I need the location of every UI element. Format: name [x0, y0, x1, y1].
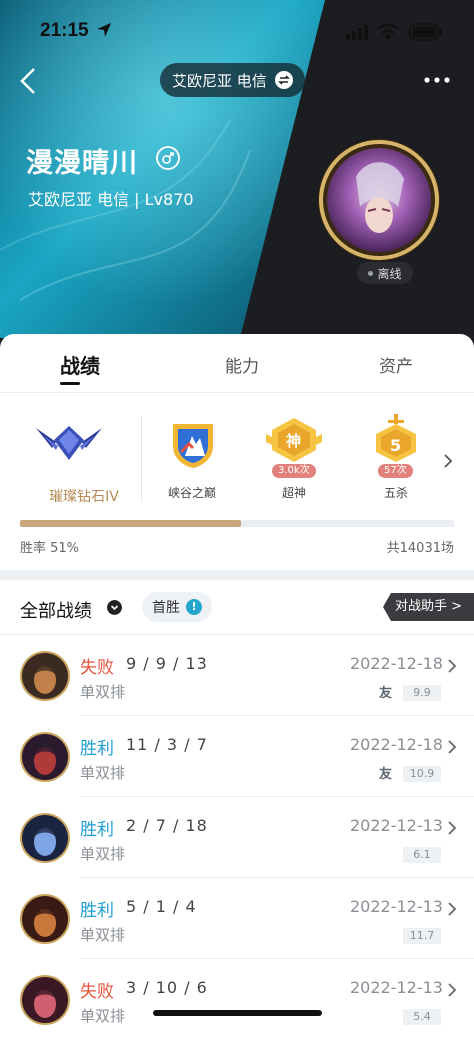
champion-avatar — [20, 975, 70, 1025]
status-dot — [368, 270, 374, 276]
profile-header: 21:15 艾欧尼亚 电信 漫漫晴川 艾欧尼亚 电信 | Lv870 离线 — [0, 0, 474, 360]
match-kda: 11 / 3 / 7 — [126, 735, 208, 754]
swap-icon — [274, 71, 293, 89]
diamond-rank-emblem-icon — [36, 426, 102, 460]
chevron-right-icon — [448, 983, 457, 997]
match-kda: 9 / 9 / 13 — [126, 654, 208, 673]
match-result: 失败 — [80, 658, 114, 678]
match-score: 10.9 — [403, 766, 441, 782]
winrate-bar-fill — [20, 520, 242, 527]
battle-assistant-button[interactable]: 对战助手 > — [383, 593, 474, 621]
player-server-level: 艾欧尼亚 电信 | Lv870 — [28, 190, 194, 209]
match-kda: 5 / 1 / 4 — [126, 897, 197, 916]
wifi-icon — [377, 23, 399, 40]
honor-divider — [141, 416, 142, 502]
champion-avatar — [20, 732, 70, 782]
section-gap — [0, 570, 474, 580]
match-row[interactable]: 胜利 2 / 7 / 18 单双排 2022-12-13 6.1 — [0, 797, 474, 878]
summit-honor-icon[interactable] — [167, 418, 219, 470]
winrate-label: 胜率 51% — [20, 541, 80, 556]
godlike-glyph: 神 — [286, 432, 302, 450]
chevron-right-icon — [448, 902, 457, 916]
player-name: 漫漫晴川 — [26, 148, 138, 179]
match-kda: 3 / 10 / 6 — [126, 978, 208, 997]
first-win-label: 首胜 — [152, 600, 180, 616]
signal-icon — [346, 25, 368, 40]
chevron-right-icon — [448, 821, 457, 835]
match-result: 失败 — [80, 982, 114, 1002]
honor-label: 超神 — [281, 486, 306, 500]
match-mode: 单双排 — [80, 764, 126, 782]
status-time: 21:15 — [40, 20, 89, 41]
tab-assets[interactable]: 资产 — [379, 352, 413, 377]
match-row[interactable]: 失败 9 / 9 / 13 单双排 2022-12-18 友 9.9 — [0, 635, 474, 716]
pentakill-glyph: 5 — [390, 436, 402, 455]
match-date: 2022-12-13 — [350, 897, 443, 916]
tab-record[interactable]: 战绩 — [60, 350, 100, 379]
honor-label: 五杀 — [383, 486, 408, 500]
status-label: 离线 — [377, 266, 402, 281]
home-indicator[interactable] — [153, 1010, 322, 1016]
exclamation-icon: ! — [186, 599, 202, 615]
champion-avatar — [20, 651, 70, 701]
server-label: 艾欧尼亚 电信 — [172, 71, 267, 90]
player-avatar[interactable] — [316, 137, 442, 263]
match-result: 胜利 — [80, 820, 114, 840]
honor-row: 璀璨钻石IV 峡谷之巅 神 3.0k次 超神 5 57次 五杀 — [0, 406, 474, 516]
match-result: 胜利 — [80, 901, 114, 921]
status-bar: 21:15 — [0, 0, 474, 60]
match-date: 2022-12-18 — [350, 654, 443, 673]
match-score: 11.7 — [403, 928, 441, 944]
server-switch-button[interactable]: 艾欧尼亚 电信 — [160, 63, 305, 97]
match-row[interactable]: 失败 3 / 10 / 6 单双排 2022-12-13 5.4 — [0, 959, 474, 1039]
match-mode: 单双排 — [80, 926, 126, 944]
match-row[interactable]: 胜利 11 / 3 / 7 单双排 2022-12-18 友 10.9 — [0, 716, 474, 797]
chevron-down-icon[interactable] — [107, 600, 122, 615]
first-win-button[interactable]: 首胜 ! — [142, 592, 212, 622]
match-row[interactable]: 胜利 5 / 1 / 4 单双排 2022-12-13 11.7 — [0, 878, 474, 959]
godlike-count-badge: 3.0k次 — [272, 464, 316, 478]
match-date: 2022-12-13 — [350, 978, 443, 997]
match-score: 6.1 — [403, 847, 441, 863]
match-result: 胜利 — [80, 739, 114, 759]
match-kda: 2 / 7 / 18 — [126, 816, 208, 835]
match-mode: 单双排 — [80, 1007, 126, 1025]
total-matches: 共14031场 — [386, 541, 454, 556]
match-mode: 单双排 — [80, 845, 126, 863]
match-mode: 单双排 — [80, 683, 126, 701]
battery-icon — [409, 23, 442, 41]
chevron-right-icon — [448, 659, 457, 673]
match-score: 9.9 — [403, 685, 441, 701]
friend-tag: 友 — [379, 686, 393, 701]
match-filter-dropdown[interactable]: 全部战绩 — [20, 597, 92, 623]
tab-bar: 战绩 能力 资产 — [0, 334, 474, 393]
location-arrow-icon — [97, 23, 111, 37]
content-card: 战绩 能力 资产 璀璨钻石IV 峡谷之巅 神 3.0k次 超神 5 57次 五杀… — [0, 334, 474, 1025]
friend-tag: 友 — [379, 767, 393, 782]
online-status-badge: 离线 — [357, 262, 413, 284]
male-gender-icon — [156, 146, 180, 170]
tab-ability[interactable]: 能力 — [225, 352, 259, 377]
pentakill-count-badge: 57次 — [378, 464, 413, 478]
chevron-right-icon[interactable] — [442, 452, 454, 470]
winrate-bar — [20, 520, 454, 527]
back-button[interactable] — [16, 66, 42, 96]
match-score: 5.4 — [403, 1009, 441, 1025]
match-date: 2022-12-13 — [350, 816, 443, 835]
chevron-right-icon — [448, 740, 457, 754]
champion-avatar — [20, 813, 70, 863]
match-date: 2022-12-18 — [350, 735, 443, 754]
honor-label: 峡谷之巅 — [167, 486, 216, 500]
rank-name: 璀璨钻石IV — [49, 489, 119, 505]
tab-indicator — [60, 382, 80, 385]
champion-avatar — [20, 894, 70, 944]
more-options-icon[interactable] — [422, 70, 452, 90]
